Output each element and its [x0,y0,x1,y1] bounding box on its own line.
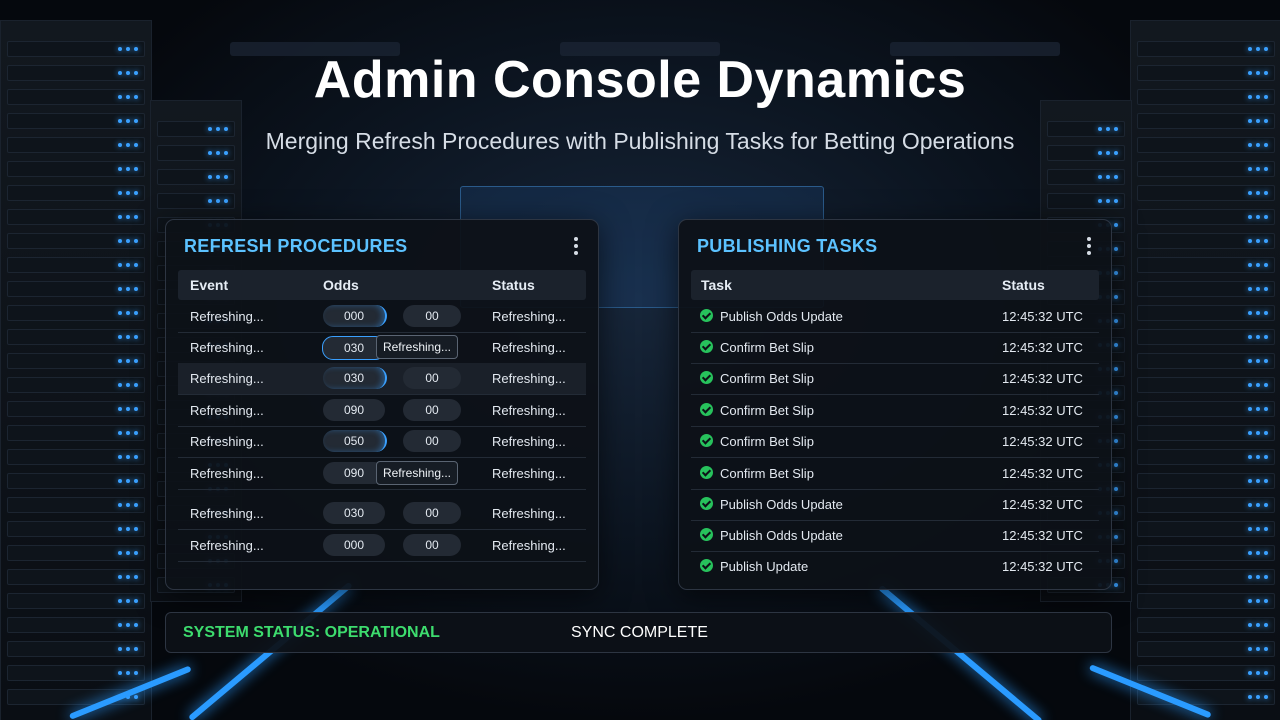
refresh-tooltip: Refreshing... [376,461,458,485]
status-cell: Refreshing... [492,538,566,553]
table-row[interactable]: Refreshing... 030 00 Refreshing... [178,363,586,395]
check-circle-icon [700,403,713,416]
event-cell: Refreshing... [190,434,264,449]
table-row[interactable]: Refreshing... 050 00 Refreshing... [178,426,586,458]
odds-pill[interactable]: 090 [323,399,385,421]
check-circle-icon [700,340,713,353]
table-row[interactable]: Refreshing... 000 00 Refreshing... [178,301,586,333]
refresh-tooltip: Refreshing... [376,335,458,359]
table-row[interactable]: Refreshing... 030 00 Refreshing... [178,498,586,530]
publish-table-header: Task Status [691,270,1099,300]
event-cell: Refreshing... [190,340,264,355]
column-header-event: Event [190,277,229,293]
check-circle-icon [700,528,713,541]
check-circle-icon [700,559,713,572]
event-cell: Refreshing... [190,506,264,521]
value-pill[interactable]: 00 [403,502,461,524]
event-cell: Refreshing... [190,403,264,418]
status-cell: Refreshing... [492,434,566,449]
status-cell: Refreshing... [492,466,566,481]
status-time-cell: 12:45:32 UTC [1002,466,1083,481]
odds-pill[interactable]: 050 [323,430,387,452]
table-row[interactable]: Publish Odds Update 12:45:32 UTC [691,301,1099,333]
system-status-text: SYSTEM STATUS: OPERATIONAL [183,624,440,641]
more-vertical-icon[interactable] [574,237,578,255]
status-time-cell: 12:45:32 UTC [1002,309,1083,324]
task-cell: Confirm Bet Slip [720,340,814,355]
column-header-odds: Odds [323,277,359,293]
refresh-procedures-panel: REFRESH PROCEDURES Event Odds Status Ref… [165,219,599,590]
task-cell: Confirm Bet Slip [720,434,814,449]
status-cell: Refreshing... [492,340,566,355]
task-cell: Confirm Bet Slip [720,371,814,386]
column-header-status: Status [492,277,535,293]
table-row[interactable]: Confirm Bet Slip 12:45:32 UTC [691,426,1099,458]
task-cell: Publish Update [720,559,809,574]
status-time-cell: 12:45:32 UTC [1002,371,1083,386]
task-cell: Confirm Bet Slip [720,466,814,481]
status-cell: Refreshing... [492,403,566,418]
status-time-cell: 12:45:32 UTC [1002,434,1083,449]
status-time-cell: 12:45:32 UTC [1002,497,1083,512]
more-vertical-icon[interactable] [1087,237,1091,255]
page-title: Admin Console Dynamics [313,51,967,109]
status-time-cell: 12:45:32 UTC [1002,403,1083,418]
table-row[interactable]: Confirm Bet Slip 12:45:32 UTC [691,332,1099,364]
table-row[interactable]: Publish Update 12:45:32 UTC [691,551,1099,582]
refresh-table-header: Event Odds Status [178,270,586,300]
publish-panel-title: PUBLISHING TASKS [697,236,878,256]
value-pill[interactable]: 00 [403,367,461,389]
value-pill[interactable]: 00 [403,399,461,421]
check-circle-icon [700,309,713,322]
table-row[interactable]: Refreshing... 000 00 Refreshing... [178,530,586,562]
check-circle-icon [700,371,713,384]
status-cell: Refreshing... [492,506,566,521]
event-cell: Refreshing... [190,371,264,386]
refresh-panel-title: REFRESH PROCEDURES [184,236,408,256]
table-row[interactable]: Confirm Bet Slip 12:45:32 UTC [691,458,1099,490]
status-time-cell: 12:45:32 UTC [1002,340,1083,355]
event-cell: Refreshing... [190,538,264,553]
event-cell: Refreshing... [190,466,264,481]
status-time-cell: 12:45:32 UTC [1002,528,1083,543]
value-pill[interactable]: 00 [403,430,461,452]
odds-pill[interactable]: 000 [323,534,385,556]
odds-pill[interactable]: 030 [323,367,387,389]
status-time-cell: 12:45:32 UTC [1002,559,1083,574]
page-subtitle: Merging Refresh Procedures with Publishi… [265,128,1015,154]
check-circle-icon [700,434,713,447]
value-pill[interactable]: 00 [403,305,461,327]
task-cell: Publish Odds Update [720,528,843,543]
odds-pill[interactable]: 000 [323,305,387,327]
task-cell: Publish Odds Update [720,497,843,512]
column-header-status: Status [1002,277,1045,293]
table-row[interactable]: Confirm Bet Slip 12:45:32 UTC [691,395,1099,427]
status-cell: Refreshing... [492,371,566,386]
task-cell: Confirm Bet Slip [720,403,814,418]
check-circle-icon [700,497,713,510]
check-circle-icon [700,466,713,479]
server-rack [1130,20,1280,720]
table-row[interactable]: Refreshing... 090 Refreshing... Refreshi… [178,458,586,490]
publishing-tasks-panel: PUBLISHING TASKS Task Status Publish Odd… [678,219,1112,590]
table-row[interactable]: Refreshing... 030 Refreshing... Refreshi… [178,332,586,364]
column-header-task: Task [701,277,732,293]
system-status-bar: SYSTEM STATUS: OPERATIONAL SYNC COMPLETE [165,612,1112,653]
event-cell: Refreshing... [190,309,264,324]
odds-pill[interactable]: 030 [323,502,385,524]
status-cell: Refreshing... [492,309,566,324]
sync-status-text: SYNC COMPLETE [571,624,708,641]
server-rack [0,20,152,720]
value-pill[interactable]: 00 [403,534,461,556]
table-row[interactable]: Refreshing... 090 00 Refreshing... [178,395,586,427]
table-row[interactable]: Publish Odds Update 12:45:32 UTC [691,489,1099,521]
table-row[interactable]: Confirm Bet Slip 12:45:32 UTC [691,363,1099,395]
table-row[interactable]: Publish Odds Update 12:45:32 UTC [691,520,1099,552]
task-cell: Publish Odds Update [720,309,843,324]
